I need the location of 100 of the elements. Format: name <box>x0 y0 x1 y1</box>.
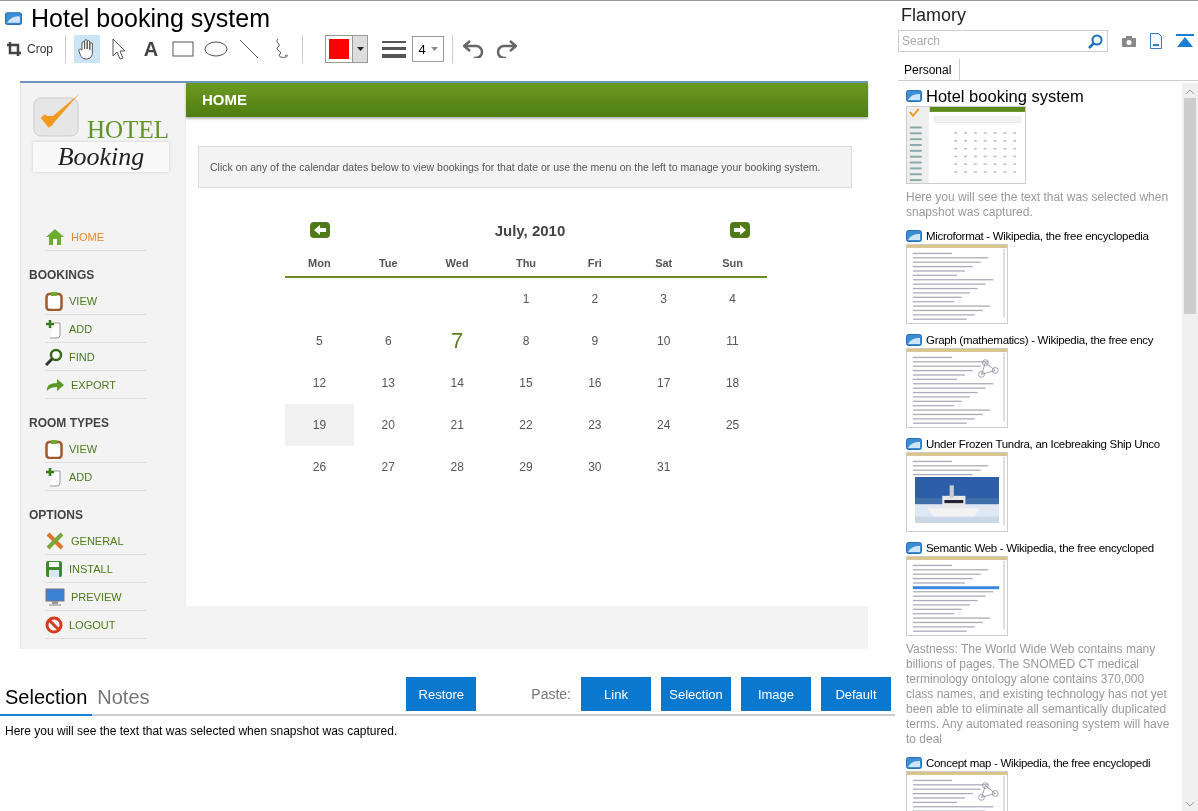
nav-link[interactable]: GENERAL <box>45 527 146 555</box>
snapshot-title[interactable]: Hotel booking system <box>926 86 1084 106</box>
paste-button[interactable]: Link <box>581 677 651 711</box>
page-thumbnail[interactable] <box>906 348 1008 428</box>
nav-heading: OPTIONS <box>28 507 84 524</box>
restore-button[interactable]: Restore <box>406 677 477 711</box>
page-thumbnail[interactable] <box>906 106 1026 184</box>
paste-label: Paste: <box>531 686 571 702</box>
nav-link[interactable]: PREVIEW <box>45 583 146 611</box>
scrollbar[interactable] <box>1182 83 1198 811</box>
caret-icon <box>356 47 364 51</box>
color-picker[interactable] <box>325 35 368 63</box>
calendar-day[interactable]: 13 <box>353 362 423 404</box>
calendar-day[interactable]: 14 <box>422 362 492 404</box>
calendar-day[interactable]: 18 <box>698 362 767 404</box>
snapshot-title[interactable]: Under Frozen Tundra, an Icebreaking Ship Unco <box>926 438 1160 450</box>
calendar-day[interactable]: 27 <box>353 446 423 488</box>
nav-heading: BOOKINGS <box>28 267 96 284</box>
calendar-day[interactable]: 9 <box>560 320 630 362</box>
calendar-day[interactable]: 24 <box>629 404 699 446</box>
search-icon <box>1088 34 1103 49</box>
nav-link[interactable]: INSTALL <box>45 555 146 583</box>
nav-link[interactable]: ADD <box>45 315 146 343</box>
snapshot-title[interactable]: Semantic Web - Wikipedia, the free encycloped <box>926 542 1154 554</box>
crop-button[interactable]: Crop <box>6 36 57 62</box>
page-thumbnail[interactable] <box>906 244 1008 324</box>
weekday-label: Sat <box>654 257 674 269</box>
calendar-day[interactable]: 29 <box>491 446 561 488</box>
calendar-day[interactable]: 26 <box>285 446 354 488</box>
weekday-label: Thu <box>514 257 538 269</box>
scroll-up-icon[interactable] <box>1186 89 1194 94</box>
weekday-label: Wed <box>444 257 470 269</box>
calendar-day[interactable]: 8 <box>491 320 561 362</box>
calendar-day[interactable]: 20 <box>353 404 423 446</box>
snapshot-title[interactable]: Microformat - Wikipedia, the free encyclopedia <box>926 230 1149 242</box>
calendar-day[interactable]: 1 <box>491 278 561 320</box>
nav-label: GENERAL <box>71 534 124 547</box>
text-tool[interactable]: A <box>138 35 164 63</box>
hand-tool[interactable] <box>74 35 100 63</box>
calendar-day[interactable]: 3 <box>629 278 699 320</box>
page-thumbnail[interactable] <box>906 556 1008 636</box>
paste-button[interactable]: Image <box>741 677 811 711</box>
paste-button[interactable]: Default <box>821 677 891 711</box>
paste-button[interactable]: Selection <box>661 677 731 711</box>
calendar-day[interactable]: 17 <box>629 362 699 404</box>
snapshot-note: Vastness: The World Wide Web contains many billions of pages. The SNOMED CT medical terminology ontology alone contains 370,000 class names, and existing technology has not yet been able to eliminate all semantically duplicated terms. Any automated reasoning system will have to deal <box>906 642 1171 747</box>
calendar-day[interactable]: 15 <box>491 362 561 404</box>
scroll-down-icon[interactable] <box>1186 802 1194 807</box>
document-icon[interactable] <box>1150 33 1162 49</box>
calendar-day[interactable]: 22 <box>491 404 561 446</box>
calendar-day[interactable]: 6 <box>353 320 423 362</box>
nav-link[interactable]: VIEW <box>45 287 146 315</box>
nav-label: VIEW <box>69 442 98 455</box>
snapshot-icon <box>906 230 922 242</box>
camera-icon[interactable] <box>1122 35 1136 47</box>
tab[interactable]: Notes <box>92 686 155 716</box>
nav-label: PREVIEW <box>71 590 122 603</box>
snapshot-note: Here you will see the text that was selected when snapshot was captured. <box>906 190 1170 220</box>
calendar-day[interactable]: 31 <box>629 446 699 488</box>
nav-link[interactable]: EXPORT <box>45 371 146 399</box>
tab[interactable]: Selection <box>0 686 93 716</box>
calendar-day[interactable]: 19 <box>285 404 354 446</box>
calendar-day[interactable]: 23 <box>560 404 630 446</box>
calendar-day[interactable]: 30 <box>560 446 630 488</box>
page-thumbnail[interactable] <box>906 452 1008 532</box>
nav-label: VIEW <box>69 294 98 307</box>
plus-page-icon <box>45 318 63 339</box>
calendar-day[interactable]: 21 <box>422 404 492 446</box>
nav-link[interactable]: ADD <box>45 463 146 491</box>
calendar-day[interactable]: 7 <box>422 320 492 362</box>
ellipse-icon <box>204 41 228 57</box>
nav-label: ADD <box>69 322 93 335</box>
snapshot-icon <box>5 11 22 25</box>
calendar-day[interactable]: 11 <box>698 320 767 362</box>
calendar-day[interactable]: 10 <box>629 320 699 362</box>
calendar-day[interactable]: 4 <box>698 278 767 320</box>
house-icon <box>45 227 65 246</box>
line-width-dropdown[interactable]: 4 <box>412 36 444 62</box>
nav-link[interactable]: LOGOUT <box>45 611 146 639</box>
calendar-day[interactable]: 5 <box>285 320 354 362</box>
caret-icon <box>430 47 438 51</box>
calendar-day[interactable]: 25 <box>698 404 767 446</box>
search-icon <box>45 347 63 366</box>
snapshot-title[interactable]: Concept map - Wikipedia, the free encyclopedi <box>926 757 1151 769</box>
snapshot-title[interactable]: Graph (mathematics) - Wikipedia, the free ency <box>926 334 1154 346</box>
collapse-up-icon[interactable] <box>1176 34 1194 48</box>
export-arrow-icon <box>45 376 65 393</box>
snapshot-icon <box>906 757 922 769</box>
calendar-day[interactable]: 12 <box>285 362 354 404</box>
clipboard-icon <box>45 438 63 459</box>
undo-icon <box>463 40 485 58</box>
scroll-thumb[interactable] <box>1184 98 1196 314</box>
nav-label: HOME <box>71 230 104 243</box>
calendar-day[interactable]: 2 <box>560 278 630 320</box>
nav-link[interactable]: FIND <box>45 343 146 371</box>
search-field[interactable]: Search <box>898 30 1108 52</box>
nav-link[interactable]: VIEW <box>45 435 146 463</box>
monitor-icon <box>45 587 65 606</box>
calendar-day[interactable]: 28 <box>422 446 492 488</box>
calendar-day[interactable]: 16 <box>560 362 630 404</box>
